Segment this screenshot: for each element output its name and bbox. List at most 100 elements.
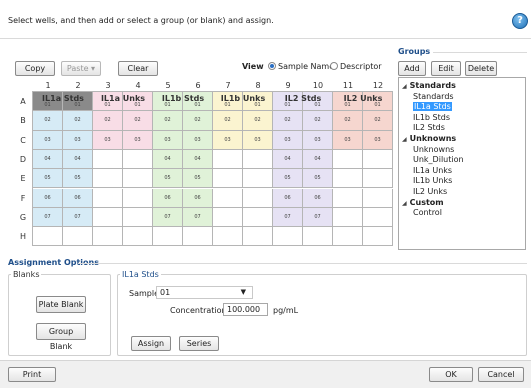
plate-well[interactable]: 06 xyxy=(33,188,63,208)
plate-well[interactable]: 05 xyxy=(303,169,333,189)
plate-well[interactable]: 04 xyxy=(63,149,93,170)
tree-item[interactable]: Unk_Dilution xyxy=(413,155,464,165)
plate-well[interactable]: 02 xyxy=(243,111,273,131)
plate-well[interactable]: 03 xyxy=(33,130,63,150)
plate-well[interactable] xyxy=(333,188,363,208)
column-header[interactable]: 5 xyxy=(153,81,183,90)
plate-well[interactable]: 02 xyxy=(63,111,93,131)
plate-well[interactable]: 03 xyxy=(63,130,93,150)
column-header[interactable]: 11 xyxy=(333,81,363,90)
plate-well[interactable] xyxy=(333,227,363,247)
column-header[interactable]: 2 xyxy=(63,81,93,90)
plate-well[interactable]: 02 xyxy=(303,111,333,131)
plate-well[interactable] xyxy=(123,149,153,170)
cancel-button[interactable]: Cancel xyxy=(478,367,524,382)
edit-group-button[interactable]: Edit xyxy=(431,61,461,76)
plate-well[interactable]: 03 xyxy=(273,130,303,150)
tree-category[interactable]: ◢ Unknowns xyxy=(402,134,456,145)
group-blank-button[interactable]: Group Blank xyxy=(36,323,86,351)
plate-well[interactable] xyxy=(363,207,393,228)
plate-well[interactable] xyxy=(243,227,273,247)
plate-well[interactable] xyxy=(363,188,393,208)
plate-well[interactable]: 03 xyxy=(93,130,123,150)
plate-well[interactable]: 04 xyxy=(183,149,213,170)
plate-well[interactable] xyxy=(363,149,393,170)
tree-item[interactable]: Unknowns xyxy=(413,145,454,155)
assign-button[interactable]: Assign xyxy=(131,336,171,351)
tree-category[interactable]: ◢ Standards xyxy=(402,81,456,92)
column-header[interactable]: 1 xyxy=(33,81,63,90)
add-group-button[interactable]: Add xyxy=(398,61,426,76)
plate-well[interactable]: 05 xyxy=(183,169,213,189)
delete-group-button[interactable]: Delete xyxy=(465,61,497,76)
column-header[interactable]: 7 xyxy=(213,81,243,90)
row-header[interactable]: H xyxy=(17,232,29,241)
column-header[interactable]: 4 xyxy=(123,81,153,90)
plate-well[interactable] xyxy=(93,227,123,247)
plate-grid[interactable]: 1 2 3 4 5 6 7 8 9 10 11 12 A 01 01 01 01 01 01 01 01 01 01 01 01… xyxy=(0,0,393,256)
plate-well[interactable] xyxy=(213,149,243,170)
plate-blank-button[interactable]: Plate Blank xyxy=(36,296,86,313)
column-header[interactable]: 10 xyxy=(303,81,333,90)
plate-well[interactable] xyxy=(243,149,273,170)
plate-well[interactable] xyxy=(303,227,333,247)
plate-well[interactable]: 02 xyxy=(213,111,243,131)
column-header[interactable]: 3 xyxy=(93,81,123,90)
plate-well[interactable]: 03 xyxy=(123,130,153,150)
plate-well[interactable]: 03 xyxy=(243,130,273,150)
plate-well[interactable] xyxy=(93,169,123,189)
plate-well[interactable] xyxy=(333,207,363,228)
plate-well[interactable] xyxy=(63,227,93,247)
plate-well[interactable] xyxy=(123,188,153,208)
plate-well[interactable]: 06 xyxy=(303,188,333,208)
plate-well[interactable]: 07 xyxy=(33,207,63,228)
plate-well[interactable]: 07 xyxy=(303,207,333,228)
plate-well[interactable]: 06 xyxy=(153,188,183,208)
plate-well[interactable] xyxy=(213,188,243,208)
tree-item[interactable]: IL1a Stds xyxy=(413,102,452,112)
expand-triangle-icon[interactable]: ◢ xyxy=(402,83,407,90)
row-header[interactable]: A xyxy=(17,97,29,106)
plate-well[interactable]: 05 xyxy=(153,169,183,189)
tree-item[interactable]: Control xyxy=(413,208,442,218)
plate-well[interactable] xyxy=(243,169,273,189)
column-header[interactable]: 9 xyxy=(273,81,303,90)
plate-well[interactable] xyxy=(183,227,213,247)
plate-well[interactable] xyxy=(93,207,123,228)
plate-well[interactable]: 02 xyxy=(123,111,153,131)
plate-well[interactable]: 04 xyxy=(273,149,303,170)
row-header[interactable]: B xyxy=(17,116,29,125)
ok-button[interactable]: OK xyxy=(429,367,473,382)
group-tree[interactable]: ◢ Standards Standards IL1a Stds IL1b Stds IL2… xyxy=(398,77,526,250)
plate-well[interactable]: 02 xyxy=(273,111,303,131)
plate-well[interactable]: 07 xyxy=(153,207,183,228)
plate-well[interactable] xyxy=(33,227,63,247)
plate-well[interactable] xyxy=(243,207,273,228)
plate-well[interactable]: 07 xyxy=(273,207,303,228)
plate-well[interactable]: 02 xyxy=(363,111,393,131)
expand-triangle-icon[interactable]: ◢ xyxy=(402,136,407,143)
plate-well[interactable] xyxy=(243,188,273,208)
row-header[interactable]: E xyxy=(17,174,29,183)
plate-well[interactable] xyxy=(363,169,393,189)
plate-well[interactable] xyxy=(363,227,393,247)
plate-well[interactable]: 04 xyxy=(303,149,333,170)
column-header[interactable]: 6 xyxy=(183,81,213,90)
plate-well[interactable]: 07 xyxy=(183,207,213,228)
plate-well[interactable]: 02 xyxy=(333,111,363,131)
plate-well[interactable] xyxy=(93,188,123,208)
expand-triangle-icon[interactable]: ◢ xyxy=(402,200,407,207)
plate-well[interactable]: 02 xyxy=(93,111,123,131)
row-header[interactable]: D xyxy=(17,155,29,164)
plate-well[interactable]: 02 xyxy=(33,111,63,131)
help-icon[interactable]: ? xyxy=(512,13,528,29)
plate-well[interactable]: 03 xyxy=(333,130,363,150)
plate-well[interactable]: 06 xyxy=(273,188,303,208)
plate-well[interactable]: 02 xyxy=(183,111,213,131)
plate-well[interactable]: 05 xyxy=(33,169,63,189)
plate-well[interactable] xyxy=(123,169,153,189)
plate-well[interactable] xyxy=(123,207,153,228)
plate-well[interactable]: 03 xyxy=(363,130,393,150)
column-header[interactable]: 12 xyxy=(363,81,393,90)
plate-well[interactable] xyxy=(213,227,243,247)
